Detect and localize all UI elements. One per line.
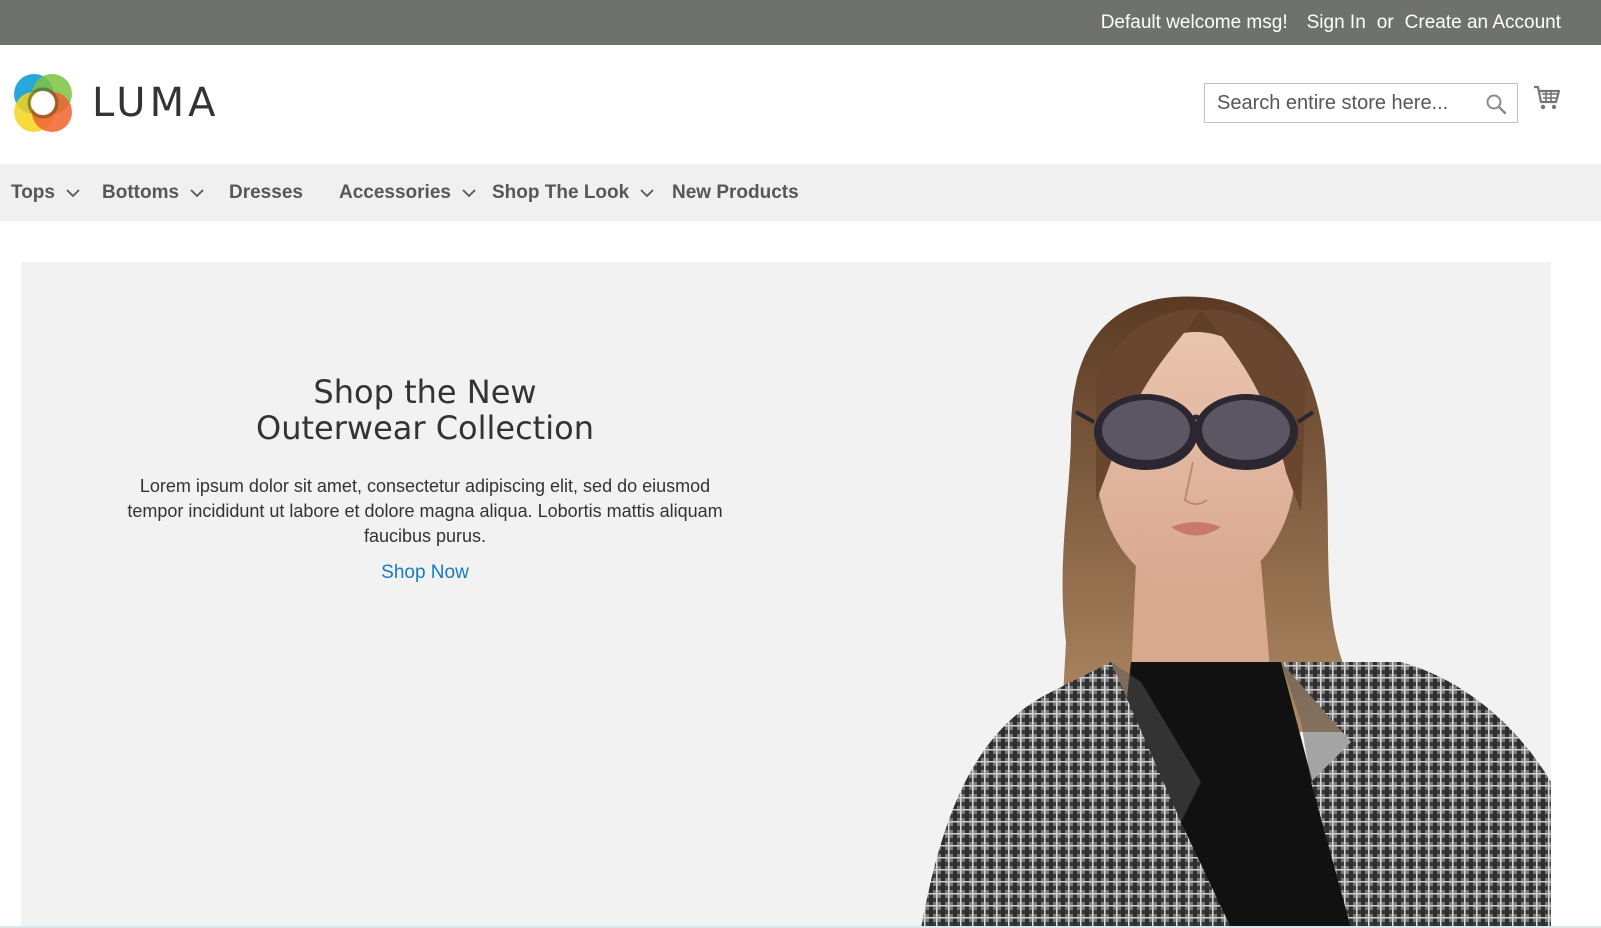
header-links: Default welcome msg! Sign In or Create a… xyxy=(1101,0,1561,45)
page-header: LUMA xyxy=(0,45,1601,164)
nav-item-label: Bottoms xyxy=(102,181,180,203)
or-separator: or xyxy=(1376,11,1394,33)
search-form xyxy=(1204,83,1518,123)
nav-item-tops[interactable]: Tops xyxy=(11,164,81,221)
nav-item-accessories[interactable]: Accessories xyxy=(339,164,477,221)
luma-logo-icon xyxy=(14,74,72,132)
nav-item-shop-the-look[interactable]: Shop The Look xyxy=(492,164,655,221)
search-icon[interactable] xyxy=(1485,93,1507,115)
hero-title-line-1: Shop the New xyxy=(313,373,537,411)
chevron-down-icon xyxy=(462,188,476,197)
hero-model-image[interactable] xyxy=(881,262,1551,928)
nav-item-label: Tops xyxy=(11,181,55,203)
top-panel: Default welcome msg! Sign In or Create a… xyxy=(0,0,1601,45)
nav-item-new-products[interactable]: New Products xyxy=(672,164,799,221)
nav-item-label: Dresses xyxy=(229,181,303,203)
sign-in-link[interactable]: Sign In xyxy=(1307,12,1366,34)
nav-item-label: Accessories xyxy=(339,181,451,203)
chevron-down-icon xyxy=(66,188,80,197)
hero-title: Shop the New Outerwear Collection xyxy=(91,374,759,446)
chevron-down-icon xyxy=(190,188,204,197)
shopping-cart-icon[interactable] xyxy=(1532,83,1562,113)
search-input[interactable] xyxy=(1205,84,1475,122)
nav-item-dresses[interactable]: Dresses xyxy=(229,164,303,221)
welcome-message: Default welcome msg! xyxy=(1100,11,1288,33)
main-navigation: Tops Bottoms Dresses Accessories Shop Th… xyxy=(0,164,1601,221)
chevron-down-icon xyxy=(640,188,654,197)
nav-item-label: Shop The Look xyxy=(492,181,630,203)
hero-title-line-2: Outerwear Collection xyxy=(256,409,594,447)
hero-banner: Shop the New Outerwear Collection Lorem … xyxy=(21,262,1551,928)
nav-item-label: New Products xyxy=(672,181,799,203)
hero-content: Shop the New Outerwear Collection Lorem … xyxy=(91,374,759,584)
nav-item-bottoms[interactable]: Bottoms xyxy=(102,164,205,221)
store-logo[interactable]: LUMA xyxy=(12,72,219,134)
hero-description: Lorem ipsum dolor sit amet, consectetur … xyxy=(127,476,723,546)
logo-wordmark: LUMA xyxy=(92,80,220,126)
shop-now-link[interactable]: Shop Now xyxy=(381,562,469,584)
create-account-link[interactable]: Create an Account xyxy=(1405,12,1561,34)
